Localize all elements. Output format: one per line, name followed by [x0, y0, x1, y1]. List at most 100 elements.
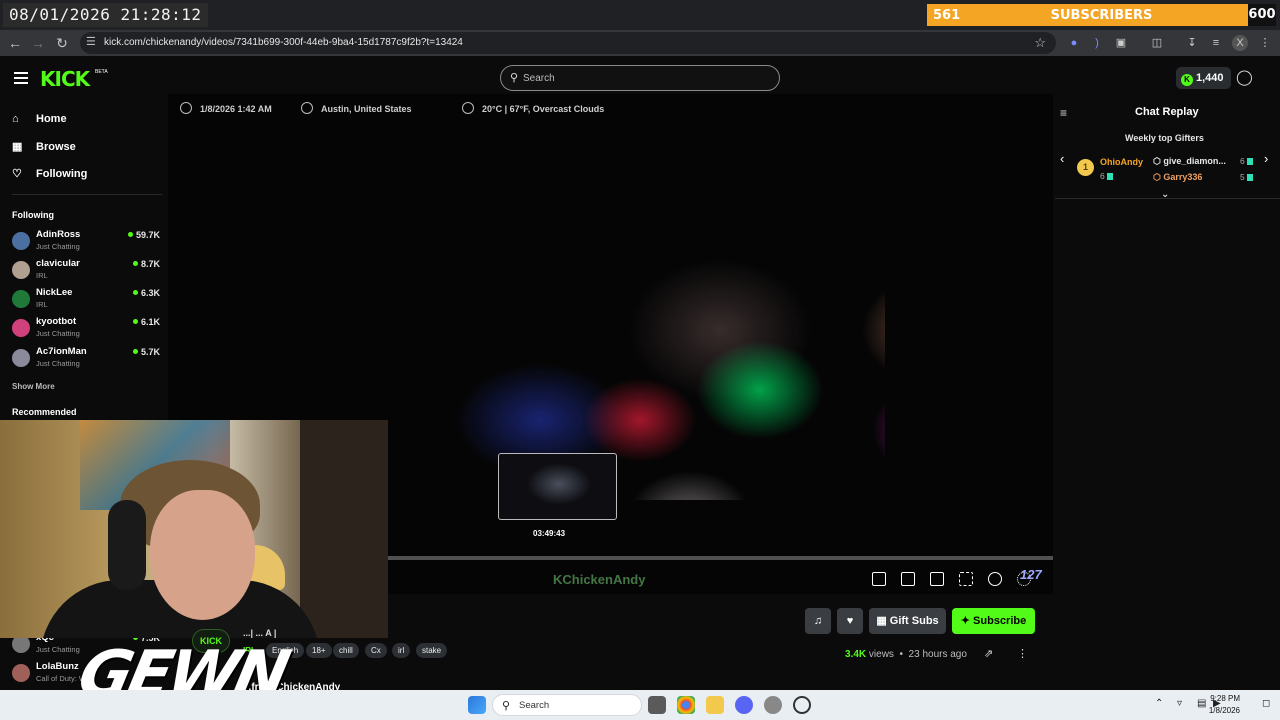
theater-mode-icon[interactable]: [930, 572, 944, 586]
home-icon: ⌂: [12, 113, 19, 125]
task-view-icon[interactable]: [648, 696, 666, 714]
gifter-count: 6: [1240, 156, 1253, 166]
rank-badge: 1: [1077, 159, 1094, 176]
clock-app-icon[interactable]: [793, 696, 811, 714]
sidebar-item-browse[interactable]: ▦ Browse: [12, 140, 76, 158]
tag-chip[interactable]: chill: [333, 643, 359, 658]
avatar: [12, 349, 30, 367]
streamer-face: [150, 490, 255, 620]
gifter-name[interactable]: ⬡ Garry336: [1153, 172, 1202, 183]
more-options-icon[interactable]: ⋮: [1017, 647, 1028, 660]
following-heading: Following: [12, 210, 54, 220]
gifter-name[interactable]: OhioAndy: [1100, 157, 1143, 167]
browser-menu-icon[interactable]: ⋮: [1257, 35, 1273, 51]
gifter-count: 5: [1240, 172, 1253, 182]
tag-chip[interactable]: 18+: [306, 643, 332, 658]
bell-icon: ♫: [813, 615, 823, 627]
chevron-right-icon[interactable]: ›: [1264, 151, 1268, 166]
discord-icon[interactable]: [735, 696, 753, 714]
recommended-heading: Recommended: [12, 407, 77, 417]
stream-datetime-overlay: 08/01/2026 21:28:12: [3, 3, 208, 27]
windows-taskbar: ⚲ Search ⌃ ▿ ▤ ▶ 9:28 PM 1/8/2026 ◻: [0, 690, 1280, 720]
extension-icon[interactable]: ●: [1066, 35, 1082, 51]
extensions-puzzle-icon[interactable]: ▣: [1113, 35, 1129, 51]
chevron-left-icon[interactable]: ‹: [1060, 151, 1064, 166]
notification-bell-button[interactable]: ♫: [805, 608, 831, 634]
clip-icon[interactable]: [901, 572, 915, 586]
viewer-count: 5.7K: [132, 347, 160, 357]
network-icon[interactable]: ▤: [1197, 698, 1206, 709]
channel-name: clavicular: [36, 258, 80, 269]
gifter-name[interactable]: ⬡ give_diamon...: [1153, 156, 1226, 167]
notifications-icon[interactable]: ◻: [1262, 698, 1270, 709]
extension-wave-icon[interactable]: ): [1089, 35, 1105, 51]
tag-chip[interactable]: irl: [392, 643, 411, 658]
profile-icon[interactable]: ◯: [1236, 68, 1253, 86]
reload-icon[interactable]: ↻: [53, 34, 71, 52]
system-clock[interactable]: 9:28 PM 1/8/2026: [1209, 693, 1240, 717]
site-info-icon[interactable]: ☰: [86, 35, 96, 48]
profile-avatar[interactable]: X: [1232, 35, 1248, 51]
subscribe-button[interactable]: ✦ Subscribe: [952, 608, 1035, 634]
sub-goal-target: 600: [1248, 4, 1276, 26]
kick-logo[interactable]: KICK: [40, 67, 90, 91]
share-icon[interactable]: ⇗: [984, 647, 993, 660]
stream-title: ...| ... A |: [243, 628, 277, 638]
back-icon[interactable]: ←: [6, 34, 24, 52]
gift-subs-button[interactable]: ▦ Gift Subs: [869, 608, 946, 634]
stream-location: Austin, United States: [301, 102, 412, 114]
chat-collapse-icon[interactable]: ≡: [1060, 106, 1067, 120]
chrome-icon[interactable]: [677, 696, 695, 714]
sidebar-divider: [12, 194, 162, 195]
channel-category: IRL: [36, 300, 48, 309]
start-button[interactable]: [468, 696, 486, 714]
taskbar-search[interactable]: ⚲ Search: [492, 694, 642, 716]
file-explorer-icon[interactable]: [706, 696, 724, 714]
stream-weather: 20°C | 67°F, Overcast Clouds: [462, 102, 604, 114]
tab-search-icon[interactable]: ≡: [1208, 35, 1224, 51]
download-icon[interactable]: ↧: [1184, 35, 1200, 51]
channel-item-kyootbot[interactable]: kyootbot Just Chatting 6.1K: [12, 316, 160, 344]
fullscreen-icon[interactable]: [959, 572, 973, 586]
kick-coin-icon: K: [1181, 74, 1193, 86]
video-age: 23 hours ago: [908, 649, 967, 660]
sidebar-item-label: Home: [36, 113, 67, 125]
channel-item-adinross[interactable]: AdinRoss Just Chatting 59.7K: [12, 229, 160, 257]
channel-name: LolaBunz: [36, 661, 79, 672]
bookmark-star-icon[interactable]: ☆: [1034, 35, 1046, 51]
corner-counter: 127: [1020, 567, 1042, 582]
channel-name: kyootbot: [36, 316, 77, 327]
avatar: [12, 319, 30, 337]
microphone-icon[interactable]: ▿: [1177, 698, 1182, 709]
channel-category: Just Chatting: [36, 359, 80, 368]
url-field[interactable]: ☰ kick.com/chickenandy/videos/7341b699-3…: [80, 32, 1056, 54]
avatar: [12, 664, 30, 682]
cast-icon[interactable]: ◫: [1149, 35, 1165, 51]
follow-heart-button[interactable]: ♥: [837, 608, 863, 634]
sidebar-item-following[interactable]: ♡ Following: [12, 167, 87, 185]
seek-preview-thumbnail: [498, 453, 617, 520]
channel-category: Just Chatting: [36, 645, 80, 654]
viewer-count: 59.7K: [127, 230, 160, 240]
channel-item-ac7ionman[interactable]: Ac7ionMan Just Chatting 5.7K: [12, 346, 160, 374]
search-input[interactable]: ⚲ Search: [500, 65, 780, 91]
show-more-link[interactable]: Show More: [12, 382, 55, 391]
tag-chip[interactable]: Cx: [365, 643, 387, 658]
kick-coins-button[interactable]: K 1,440: [1176, 67, 1231, 89]
heart-icon: ♡: [12, 168, 22, 180]
seek-preview-time: 03:49:43: [533, 529, 566, 538]
globe-icon: [301, 102, 313, 114]
playback-speed-icon[interactable]: [988, 572, 1002, 586]
channel-item-nicklee[interactable]: NickLee IRL 6.3K: [12, 287, 160, 315]
app-icon[interactable]: [764, 696, 782, 714]
tray-expand-icon[interactable]: ⌃: [1155, 698, 1163, 709]
browser-titlebar: 08/01/2026 21:28:12 561 SUBSCRIBERS 600: [0, 0, 1280, 30]
sidebar-item-home[interactable]: ⌂ Home: [12, 113, 67, 131]
forward-icon[interactable]: →: [29, 34, 47, 52]
tag-chip[interactable]: stake: [416, 643, 448, 658]
channel-name: AdinRoss: [36, 229, 81, 240]
menu-icon[interactable]: [14, 72, 28, 84]
channel-item-clavicular[interactable]: clavicular IRL 8.7K: [12, 258, 160, 286]
url-text: kick.com/chickenandy/videos/7341b699-300…: [104, 37, 463, 48]
miniplayer-icon[interactable]: [872, 572, 886, 586]
